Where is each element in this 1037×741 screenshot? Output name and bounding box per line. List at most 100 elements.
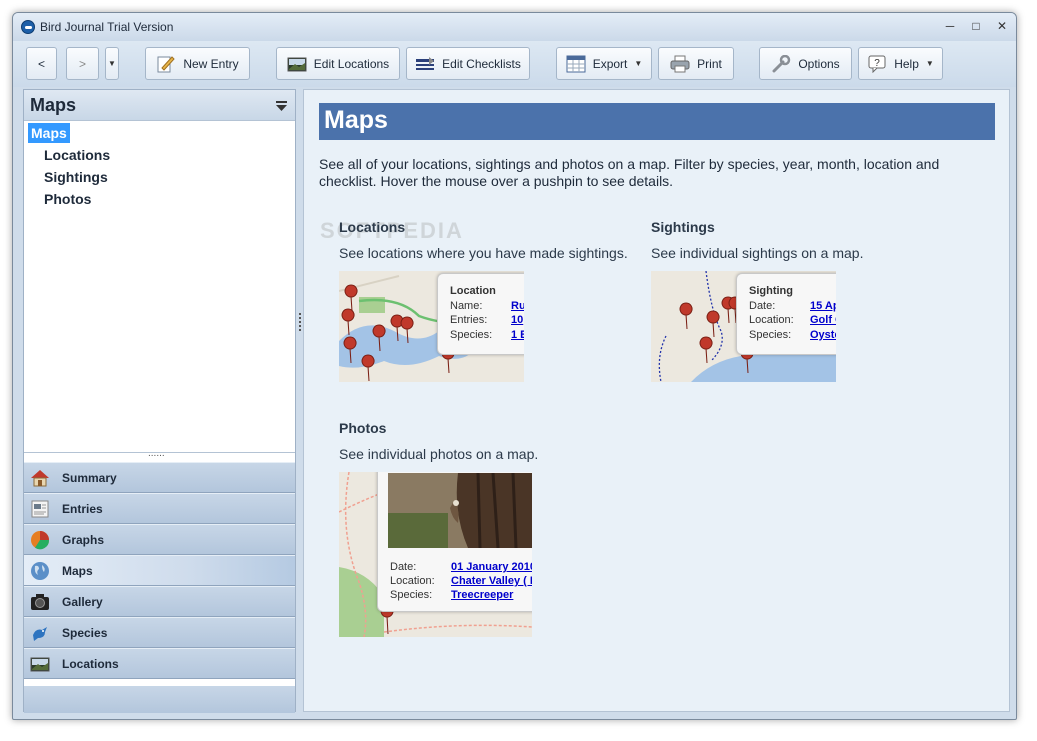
back-button[interactable]: < [26,47,57,80]
popup-link[interactable]: Treecreeper [451,589,513,601]
popup-link[interactable]: Chater Valley ( L [451,575,532,587]
maximize-icon[interactable]: □ [968,19,984,33]
popup-label: Location: [749,314,794,326]
nav-item-species[interactable]: Species [24,617,295,648]
popup-label: Location: [390,575,435,587]
sightings-map-thumbnail[interactable]: Sighting Date: Location: Species: 15 Ap … [651,271,836,382]
svg-text:?: ? [874,58,880,69]
nav-label: Gallery [62,595,103,609]
help-button[interactable]: ? Help ▼ [858,47,943,80]
popup-heading: Sighting [749,285,793,297]
checklist-icon [415,55,435,73]
app-logo-icon [21,20,35,34]
popup-label: Species: [749,329,792,341]
pie-chart-icon [30,530,50,550]
nav-label: Maps [62,564,93,578]
locations-map-thumbnail[interactable]: Location Name: Entries: Species: Ru 10 1… [339,271,524,382]
title-bar: Bird Journal Trial Version ─ □ ✕ [13,13,1016,41]
edit-locations-label: Edit Locations [313,56,390,71]
popup-label: Name: [450,300,483,312]
nav-item-gallery[interactable]: Gallery [24,586,295,617]
new-entry-button[interactable]: New Entry [145,47,250,80]
globe-icon [30,561,50,581]
export-button[interactable]: Export ▼ [556,47,652,80]
popup-heading: Location [450,285,496,297]
landscape-icon [30,654,50,674]
popup-label: Entries: [450,314,488,326]
nav-item-locations[interactable]: Locations [24,648,295,679]
location-popup: Location Name: Entries: Species: Ru 10 1… [437,273,524,355]
help-icon: ? [867,55,887,73]
nav-item-graphs[interactable]: Graphs [24,524,295,555]
sidebar-splitter[interactable] [24,448,295,462]
sighting-popup: Sighting Date: Location: Species: 15 Ap … [736,273,836,355]
printer-icon [670,55,690,73]
sightings-section-title[interactable]: Sightings [651,219,715,235]
popup-label: Date: [749,300,776,312]
nav-footer [24,686,295,713]
toolbar: < > ▼ New Entry Edit Locations Edit Chec… [13,41,1016,87]
app-window: Bird Journal Trial Version ─ □ ✕ < > ▼ N… [12,12,1017,720]
landscape-icon [287,55,307,73]
chevron-down-icon: ▼ [634,59,643,68]
close-icon[interactable]: ✕ [994,19,1010,33]
page-title: Maps [319,103,995,140]
sightings-section-description: See individual sightings on a map. [651,245,864,261]
options-label: Options [798,56,840,71]
locations-section-title[interactable]: Locations [339,219,405,235]
popup-label: Species: [390,589,433,601]
tree-item-photos[interactable]: Photos [44,191,91,207]
sidebar: Maps Maps Locations Sightings Photos Sum… [23,89,296,713]
edit-checklists-label: Edit Checklists [442,56,521,71]
menu-icon[interactable] [276,99,287,111]
photo-popup: Date: Location: Species: 01 January 2010… [377,472,532,612]
popup-link[interactable]: 1 E [511,329,524,341]
spreadsheet-icon [566,55,586,73]
tree-item-locations[interactable]: Locations [44,147,110,163]
page-description: See all of your locations, sightings and… [319,156,940,189]
nav-item-maps[interactable]: Maps [24,555,295,586]
wrench-icon [771,54,791,73]
new-entry-label: New Entry [183,56,239,71]
nav-label: Summary [62,471,117,485]
photos-section-title[interactable]: Photos [339,420,386,436]
photos-section-description: See individual photos on a map. [339,446,539,462]
photos-map-thumbnail[interactable]: Date: Location: Species: 01 January 2010… [339,472,532,637]
house-icon [30,468,50,488]
treecreeper-photo [388,473,532,548]
nav-label: Locations [62,657,119,671]
locations-section-description: See locations where you have made sighti… [339,245,628,261]
new-entry-icon [156,55,176,73]
popup-link[interactable]: 15 Ap [810,300,836,312]
minimize-icon[interactable]: ─ [942,19,958,33]
sidebar-header: Maps [24,90,295,121]
edit-locations-button[interactable]: Edit Locations [276,47,400,80]
tree-item-maps[interactable]: Maps [28,123,70,143]
popup-link[interactable]: 10 [511,314,523,326]
popup-link[interactable]: 01 January 2010 [451,561,532,573]
popup-link[interactable]: Oyste [810,329,836,341]
popup-link[interactable]: Golf C [810,314,836,326]
nav-item-summary[interactable]: Summary [24,462,295,493]
entries-icon [30,499,50,519]
options-button[interactable]: Options [759,47,852,80]
tree-item-sightings[interactable]: Sightings [44,169,108,185]
export-label: Export [592,56,628,71]
popup-link[interactable]: Ru [511,300,524,312]
nav-item-entries[interactable]: Entries [24,493,295,524]
print-button[interactable]: Print [658,47,734,80]
nav-label: Species [62,626,108,640]
nav-label: Entries [62,502,103,516]
bird-icon [30,623,50,643]
panel-splitter[interactable] [298,313,302,335]
edit-checklists-button[interactable]: Edit Checklists [406,47,530,80]
nav-label: Graphs [62,533,105,547]
camera-icon [30,592,50,612]
popup-label: Species: [450,329,493,341]
history-dropdown-button[interactable]: ▼ [105,47,119,80]
forward-button[interactable]: > [66,47,99,80]
content-panel: Maps See all of your locations, sighting… [303,89,1010,712]
chevron-down-icon: ▼ [925,59,934,68]
window-title: Bird Journal Trial Version [40,20,174,34]
popup-label: Date: [390,561,417,573]
